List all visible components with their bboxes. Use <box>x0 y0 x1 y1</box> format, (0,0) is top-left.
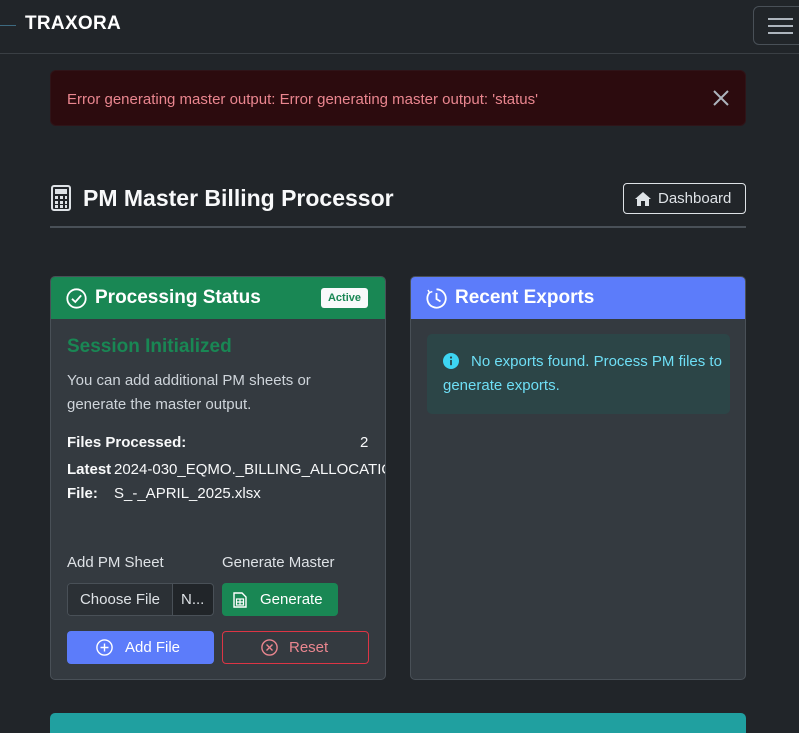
add-file-button[interactable]: Add File <box>67 631 214 664</box>
processing-status-header: Processing Status Active <box>51 277 385 319</box>
processing-status-card: Processing Status Active Session Initial… <box>50 276 386 680</box>
calculator-icon <box>51 185 71 211</box>
generate-button[interactable]: Generate <box>222 583 338 616</box>
hamburger-icon-bar <box>768 25 793 27</box>
reset-button[interactable]: Reset <box>222 631 369 664</box>
add-pm-sheet-label: Add PM Sheet <box>67 554 164 571</box>
file-name-display: N... <box>181 591 205 608</box>
close-icon[interactable] <box>711 88 731 108</box>
choose-file-button[interactable]: Choose File <box>68 584 173 615</box>
add-file-button-label: Add File <box>125 639 181 656</box>
plus-circle-icon <box>96 639 113 656</box>
generate-button-label: Generate <box>260 591 323 608</box>
dashboard-button[interactable]: Dashboard <box>623 183 746 214</box>
nav-decoration <box>0 25 16 26</box>
error-message: Error generating master output: Error ge… <box>67 91 538 108</box>
files-processed-value: 2 <box>360 434 369 451</box>
session-title: Session Initialized <box>67 336 232 357</box>
hamburger-icon-bar <box>768 18 793 20</box>
recent-exports-title: Recent Exports <box>455 287 595 308</box>
status-badge: Active <box>320 288 368 308</box>
recent-exports-header: Recent Exports <box>411 277 745 319</box>
recent-exports-card: Recent Exports No exports found. Process… <box>410 276 746 680</box>
no-exports-message: No exports found. Process PM files to ge… <box>443 353 722 394</box>
page-title: PM Master Billing Processor <box>83 185 394 211</box>
brand-logo[interactable]: TRAXORA <box>25 13 121 35</box>
no-exports-info: No exports found. Process PM files to ge… <box>427 334 730 414</box>
generate-master-label: Generate Master <box>222 554 335 571</box>
navbar: TRAXORA <box>0 0 799 54</box>
latest-file-value: 2024-030_EQMO._BILLING_ALLOCATIONS_-_APR… <box>114 461 386 502</box>
check-circle-icon <box>66 288 87 309</box>
reset-button-label: Reset <box>289 639 329 656</box>
x-circle-icon <box>261 639 278 656</box>
hamburger-icon-bar <box>768 32 793 34</box>
page-header: PM Master Billing Processor Dashboard <box>50 180 746 228</box>
pm-sheet-file-input[interactable]: Choose File N... <box>67 583 214 616</box>
bottom-card-header <box>50 713 746 733</box>
house-icon <box>635 192 651 206</box>
error-alert: Error generating master output: Error ge… <box>50 70 746 126</box>
dashboard-button-label: Dashboard <box>658 190 732 207</box>
session-description: You can add additional PM sheets or gene… <box>67 372 311 413</box>
spreadsheet-icon <box>233 592 247 608</box>
latest-file-label: Latest File: <box>67 461 112 502</box>
files-processed-label: Files Processed: <box>67 434 187 451</box>
clock-history-icon <box>426 288 447 309</box>
navbar-toggle-button[interactable] <box>753 6 799 45</box>
processing-status-title: Processing Status <box>95 287 261 308</box>
